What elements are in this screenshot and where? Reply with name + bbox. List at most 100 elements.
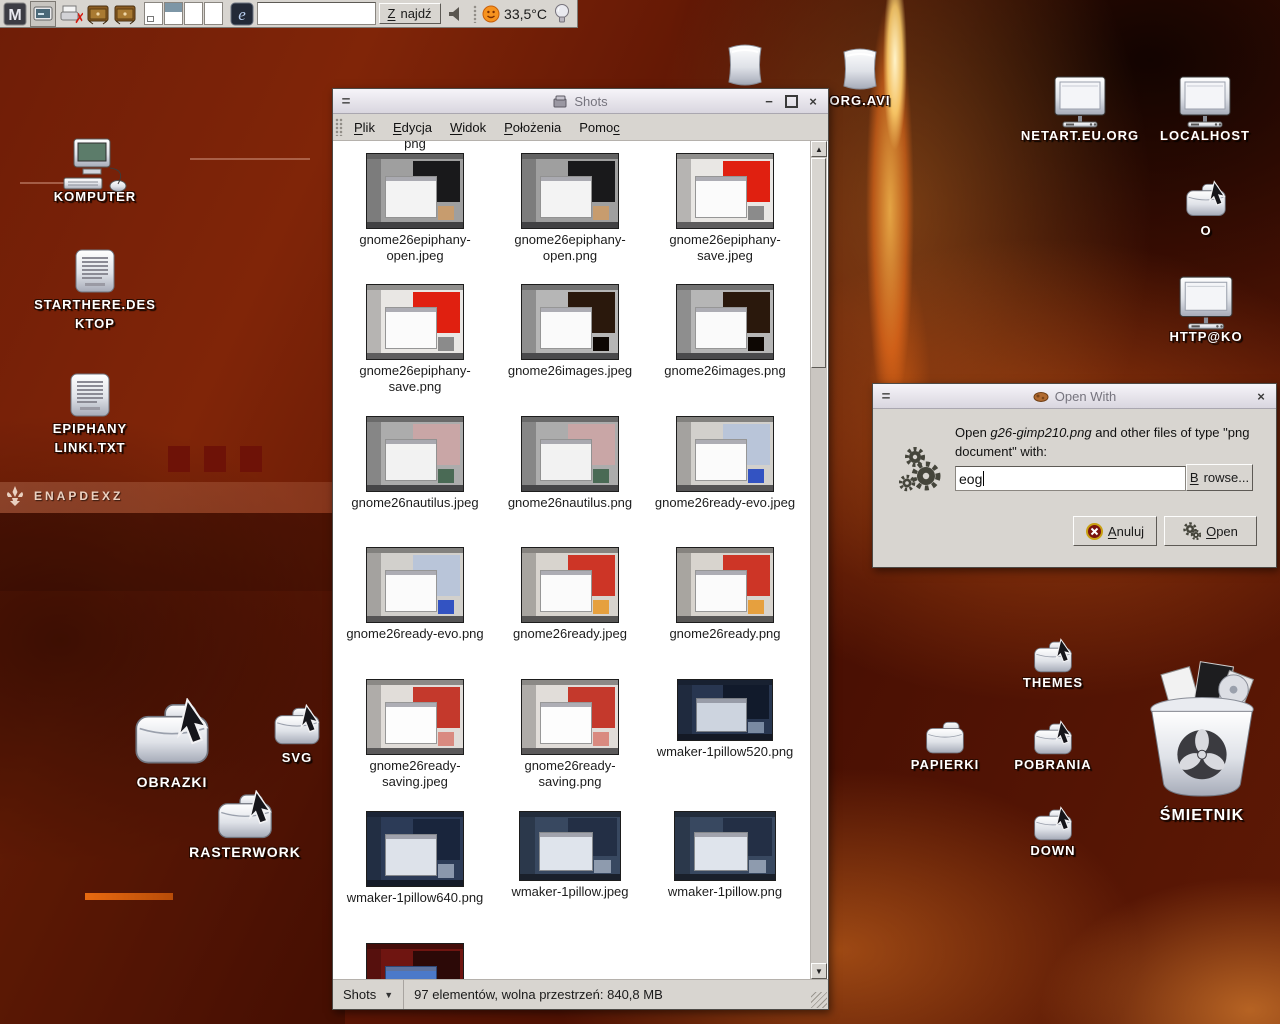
desktop-icon-label-rasterwork[interactable]: RASTERWORK [155,842,335,862]
vertical-scrollbar[interactable]: ▲ ▼ [810,141,827,979]
desktop-icon-papierki[interactable] [924,720,966,756]
find-button[interactable]: Znajdź [379,3,441,24]
application-input[interactable]: eog [955,466,1186,491]
file-thumbnail [366,547,464,623]
file-item[interactable]: gnome26images.png [650,284,800,379]
desktop-icon-rasterwork[interactable] [215,790,275,840]
desktop-icon-down[interactable] [1032,806,1074,842]
file-item[interactable]: gnome26ready-evo.jpeg [650,416,800,511]
desktop-icon-label-starthere[interactable]: STARTHERE.DES KTOP [5,296,185,334]
dialog-titlebar[interactable]: = Open With × [873,384,1276,409]
drawer-icon[interactable] [86,2,110,26]
scroll-down-button[interactable]: ▼ [811,963,827,979]
cancel-icon [1086,523,1103,540]
workspace-3[interactable] [184,2,203,25]
file-name: gnome26ready-evo.png [340,626,490,642]
cancel-button[interactable]: Anuluj [1073,516,1157,546]
desktop-icon-label-themes[interactable]: THEMES [963,674,1143,693]
file-item[interactable]: wmaker-1pillow520.png [650,679,800,760]
desktop-icon-label-httpko[interactable]: HTTP@KO [1116,328,1280,347]
desktop-icon-themes[interactable] [1032,638,1074,674]
resize-grip[interactable] [811,992,827,1008]
desktop-icon-label-smietnik[interactable]: ŚMIETNIK [1112,804,1280,827]
file-item[interactable]: gnome26epiphany-open.png [495,153,645,264]
scroll-up-button[interactable]: ▲ [811,141,827,157]
temperature-applet[interactable]: 33,5°C [482,5,547,23]
minimize-button[interactable]: − [760,93,778,109]
menu-edycja[interactable]: Edycja [384,117,441,138]
applet-handle[interactable] [473,5,477,23]
terminal-launcher-icon[interactable] [30,1,56,27]
desktop-icon-komputer[interactable] [58,138,132,194]
menubar: PlikEdycjaWidokPołożeniaPomoc [333,114,828,141]
file-item[interactable]: gnome26ready-saving.png [495,679,645,790]
volume-icon[interactable] [444,2,468,26]
file-name: gnome26ready-saving.jpeg [340,758,490,790]
window-menu-icon[interactable]: = [333,93,359,110]
search-input[interactable] [257,2,376,25]
dialog-menu-icon[interactable]: = [873,388,899,405]
file-item[interactable]: gnome26nautilus.png [495,416,645,511]
desktop-icon-pobrania[interactable] [1032,720,1074,756]
desktop-icon-label-o[interactable]: O [1116,222,1280,241]
scrollbar-thumb[interactable] [811,158,826,368]
printer-stop-icon[interactable]: ✗ [59,2,83,26]
file-item[interactable]: gnome26ready-evo.png [340,547,490,642]
file-item[interactable]: gnome26epiphany-open.jpeg [340,153,490,264]
desktop-icon-label-localhost[interactable]: LOCALHOST [1115,127,1280,146]
file-name: gnome26images.jpeg [495,363,645,379]
desktop-icon-label-down[interactable]: DOWN [963,842,1143,861]
app-m-launcher-icon[interactable]: M [3,2,27,26]
file-item[interactable]: wmaker-1pillow640.png [340,811,490,906]
drawer-icon-2[interactable] [113,2,137,26]
file-name: gnome26epiphany-save.jpeg [650,232,800,264]
workspace-2[interactable] [164,2,183,25]
menu-pomoc[interactable]: Pomoc [570,117,628,138]
menubar-handle[interactable] [335,118,343,136]
file-item[interactable] [340,943,490,979]
close-button[interactable]: × [804,93,822,109]
desktop-icon-smietnik[interactable] [1138,660,1266,802]
gears-small-icon [1183,522,1201,540]
desktop-icon-label-epiphany[interactable]: EPIPHANY LINKI.TXT [0,420,180,458]
desktop-icon-netart[interactable] [1053,76,1107,128]
file-item[interactable]: gnome26ready.png [650,547,800,642]
lightbulb-icon[interactable] [550,2,574,26]
browse-button[interactable]: Browse... [1186,464,1253,491]
workspace-pager[interactable] [144,2,223,25]
open-button[interactable]: Open [1164,516,1257,546]
workspace-1[interactable] [144,2,163,25]
wallpaper-corner [0,591,345,1024]
desktop-icon-label-pobrania[interactable]: POBRANIA [963,756,1143,775]
file-item[interactable]: gnome26nautilus.jpeg [340,416,490,511]
maximize-button[interactable] [782,93,800,109]
desktop-icon-starthere[interactable] [73,248,117,294]
dialog-close-button[interactable]: × [1252,388,1270,404]
menu-widok[interactable]: Widok [441,117,495,138]
menu-plik[interactable]: Plik [345,117,384,138]
file-item[interactable]: gnome26images.jpeg [495,284,645,379]
file-item[interactable]: wmaker-1pillow.jpeg [495,811,645,900]
epiphany-launcher-icon[interactable]: e [230,2,254,26]
desktop-icon-jar1[interactable] [722,42,768,88]
location-dropdown[interactable]: Shots▼ [333,980,404,1009]
file-item[interactable]: gnome26epiphany-save.jpeg [650,153,800,264]
desktop-icon-obrazki[interactable] [131,698,213,766]
file-item[interactable]: gnome26epiphany-save.png [340,284,490,395]
desktop-icon-svg[interactable] [272,704,322,746]
file-item[interactable]: gnome26ready-saving.jpeg [340,679,490,790]
clipped-file-label[interactable]: png [340,141,490,151]
desktop-icon-httpko[interactable] [1178,276,1234,330]
desktop-icon-epiphany[interactable] [68,372,112,418]
menu-położenia[interactable]: Położenia [495,117,570,138]
icon-view[interactable]: png gnome26epiphany-open.jpeggnome26epip… [333,141,810,979]
shots-titlebar[interactable]: = Shots − × [333,89,828,114]
smiley-icon [482,5,500,23]
workspace-4[interactable] [204,2,223,25]
desktop-icon-orgavi[interactable] [837,46,883,92]
gears-icon [899,445,945,498]
desktop-icon-o[interactable] [1184,180,1228,218]
desktop-icon-localhost[interactable] [1178,76,1232,128]
file-item[interactable]: gnome26ready.jpeg [495,547,645,642]
file-item[interactable]: wmaker-1pillow.png [650,811,800,900]
